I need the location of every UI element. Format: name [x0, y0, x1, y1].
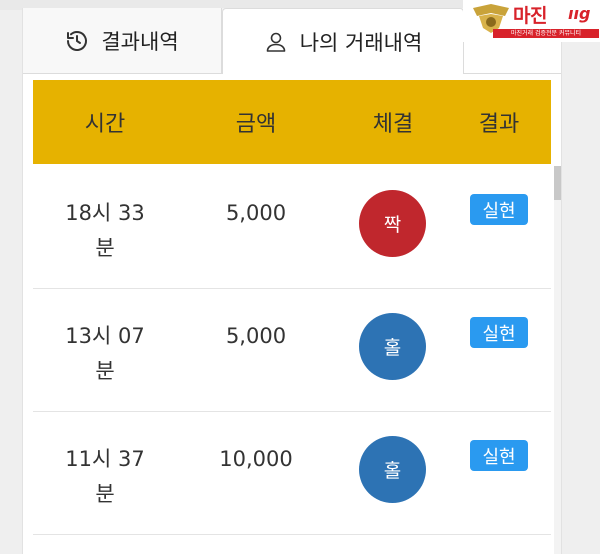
amount-cell: 10,000	[219, 447, 293, 471]
time-cell: 11시 37 분	[47, 442, 163, 512]
tab-my-trades[interactable]: 나의 거래내역	[222, 8, 464, 74]
time-cell: 18시 33 분	[47, 196, 163, 266]
scrollbar-thumb[interactable]	[554, 166, 561, 200]
result-badge: 실현	[470, 194, 528, 225]
user-icon	[264, 30, 288, 54]
executed-ball-even: 짝	[359, 190, 426, 257]
trade-history-panel: 결과내역 나의 거래내역 시간 금액 체결 결과 18시 33 분 5,000 …	[22, 8, 562, 554]
column-header-executed: 체결	[372, 112, 414, 137]
amount-cell: 5,000	[225, 324, 287, 348]
time-unit: 분	[95, 236, 115, 260]
executed-ball-odd: 홀	[359, 313, 426, 380]
logo-title: 마진	[513, 5, 547, 27]
time-text: 18시 33	[65, 201, 145, 225]
tab-label: 결과내역	[101, 29, 179, 54]
column-header-result: 결과	[478, 112, 520, 137]
time-cell: 13시 07 분	[47, 319, 163, 389]
table-row: 13시 07 분 5,000 홀 실현	[33, 289, 551, 412]
table-row: 11시 37 분 10,000 홀 실현	[33, 412, 551, 535]
amount-cell: 5,000	[225, 201, 287, 225]
time-unit: 분	[95, 359, 115, 383]
scrollbar[interactable]	[554, 166, 561, 554]
result-badge: 실현	[470, 440, 528, 471]
tab-label: 나의 거래내역	[299, 30, 423, 55]
table-header: 시간 금액 체결 결과	[33, 80, 551, 164]
logo-tagline: 마진거래 검증전문 커뮤니티	[493, 29, 599, 38]
site-logo[interactable]: 마진 ııg 마진거래 검증전문 커뮤니티	[463, 0, 600, 42]
time-unit: 분	[95, 482, 115, 506]
svg-text:ııg: ııg	[568, 4, 590, 23]
column-header-amount: 금액	[235, 112, 277, 137]
logo-mark-icon: ııg	[568, 4, 590, 23]
time-text: 11시 37	[65, 447, 145, 471]
column-header-time: 시간	[84, 112, 126, 137]
result-badge: 실현	[470, 317, 528, 348]
executed-ball-odd: 홀	[359, 436, 426, 503]
time-text: 13시 07	[65, 324, 145, 348]
tab-results-history[interactable]: 결과내역	[23, 8, 222, 74]
history-icon	[65, 29, 89, 53]
table-row: 18시 33 분 5,000 짝 실현	[33, 166, 551, 289]
